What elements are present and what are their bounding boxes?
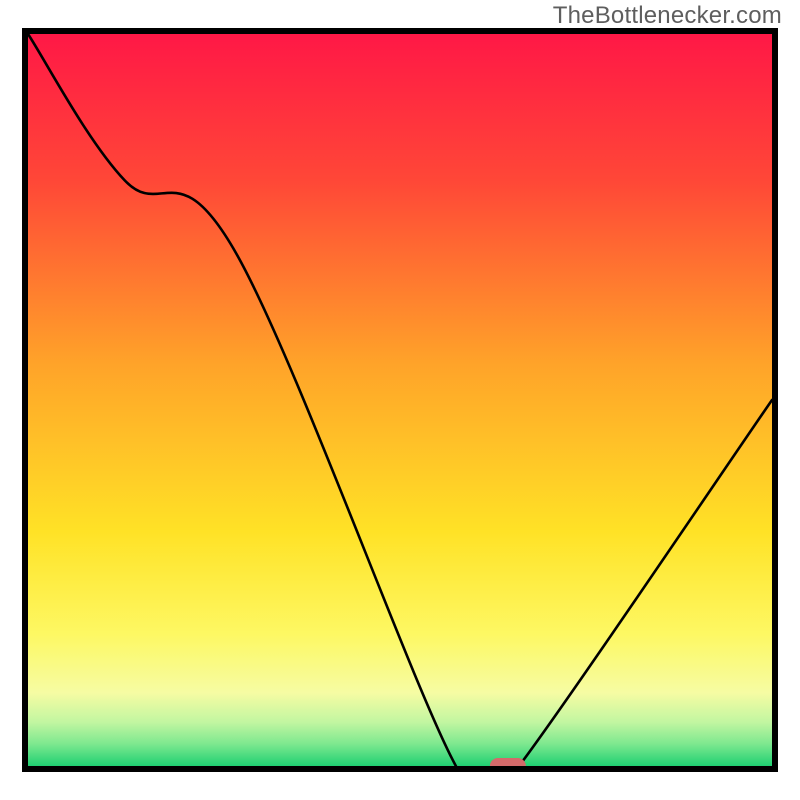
plot-area xyxy=(22,28,778,772)
chart-container: TheBottlenecker.com xyxy=(0,0,800,800)
chart-svg xyxy=(22,28,778,772)
source-watermark: TheBottlenecker.com xyxy=(553,2,782,30)
